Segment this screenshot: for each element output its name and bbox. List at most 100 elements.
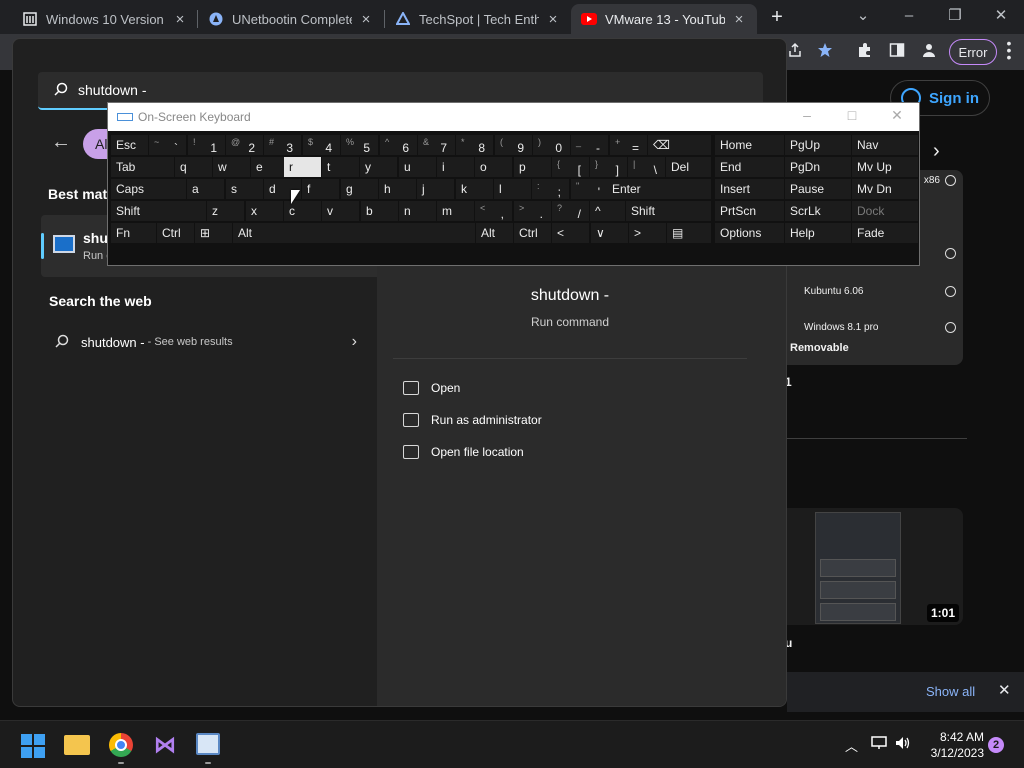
key-caps[interactable]: Caps [111,179,186,199]
key-t[interactable]: t [322,157,359,177]
key-help[interactable]: Help [785,223,851,243]
key-symbol[interactable]: ∨ [591,223,628,243]
key-2[interactable]: @2 [226,135,263,155]
key-symbol[interactable]: ? / [552,201,589,221]
key-0[interactable]: ) 0 [533,135,570,155]
side-panel-icon[interactable] [886,42,908,62]
key-l[interactable]: l [494,179,531,199]
tab-windows-10[interactable]: Windows 10 Version 2 × [12,4,198,34]
maximize-icon[interactable]: □ [837,107,867,123]
key-symbol[interactable]: < [552,223,589,243]
key-esc[interactable]: Esc [111,135,148,155]
restore-icon[interactable]: ❐ [932,4,978,28]
key-1[interactable]: ! 1 [188,135,225,155]
key-a[interactable]: a [187,179,224,199]
key-symbol[interactable]: > [629,223,666,243]
key-nav[interactable]: Nav [852,135,918,155]
key-symbol[interactable]: >. [514,201,551,221]
key-prtscn[interactable]: PrtScn [715,201,784,221]
tab-unetbootin[interactable]: UNetbootin Complete × [198,4,384,34]
key-symbol[interactable]: ⊞ [195,223,232,243]
key-3[interactable]: #3 [264,135,301,155]
key-z[interactable]: z [207,201,244,221]
key-space[interactable] [262,223,475,243]
key-g[interactable]: g [341,179,378,199]
key-o[interactable]: o [475,157,512,177]
tab-techspot[interactable]: TechSpot | Tech Enthus × [385,4,571,34]
key-symbol[interactable]: ^ [590,201,625,221]
key-r[interactable]: r [284,157,321,177]
tab-search-chevron-icon[interactable]: ⌄ [840,4,886,28]
error-button[interactable]: Error [949,39,997,65]
network-icon[interactable] [871,736,887,753]
close-icon[interactable]: ✕ [882,107,912,124]
key-n[interactable]: n [399,201,436,221]
close-icon[interactable]: ✕ [978,4,1024,28]
profile-icon[interactable] [918,42,940,62]
osk-titlebar[interactable]: On-Screen Keyboard – □ ✕ [108,103,919,131]
key-9[interactable]: (9 [495,135,532,155]
chevron-right-icon[interactable]: › [933,140,940,163]
key-symbol[interactable]: " ' [571,179,608,199]
key-tab[interactable]: Tab [111,157,174,177]
key-symbol[interactable]: {[ [552,157,589,177]
key-symbol[interactable]: :; [532,179,569,199]
key-f[interactable]: f [302,179,339,199]
windows-start-icon[interactable] [21,734,47,758]
key-4[interactable]: $4 [303,135,340,155]
key-w[interactable]: w [213,157,250,177]
key-symbol[interactable]: ~ ` [149,135,186,155]
key-e[interactable]: e [251,157,288,177]
open-action[interactable]: Open [403,377,460,399]
web-result-item[interactable]: shutdown - - See web results › [41,325,357,359]
key-x[interactable]: x [246,201,283,221]
file-explorer-icon[interactable] [64,735,90,755]
tab-close-icon[interactable]: × [358,11,374,28]
key-h[interactable]: h [379,179,416,199]
key-fn[interactable]: Fn [111,223,156,243]
key-home[interactable]: Home [715,135,784,155]
key-fade[interactable]: Fade [852,223,918,243]
key-k[interactable]: k [456,179,493,199]
key-alt[interactable]: Alt [476,223,513,243]
run-as-admin-action[interactable]: Run as administrator [403,409,542,431]
key-6[interactable]: ^ 6 [380,135,417,155]
key-symbol[interactable]: | \ [628,157,665,177]
key-scrlk[interactable]: ScrLk [785,201,851,221]
key-end[interactable]: End [715,157,784,177]
key-symbol[interactable]: ▤ [667,223,711,243]
tab-close-icon[interactable]: × [172,11,188,28]
minimize-icon[interactable]: – [886,4,932,28]
key-pgup[interactable]: PgUp [785,135,851,155]
on-screen-keyboard-app-icon[interactable] [196,733,220,755]
key-del[interactable]: Del [666,157,711,177]
new-tab-icon[interactable]: + [766,6,788,29]
open-file-location-action[interactable]: Open file location [403,441,524,463]
notification-badge[interactable]: 2 [988,737,1004,753]
key-p[interactable]: p [514,157,551,177]
key-b[interactable]: b [361,201,398,221]
key-c[interactable]: c [284,201,321,221]
minimize-icon[interactable]: – [792,107,822,123]
key-symbol[interactable]: ⌫ [648,135,711,155]
key-v[interactable]: v [322,201,359,221]
share-icon[interactable] [784,42,806,62]
tab-close-icon[interactable]: × [731,11,747,28]
bookmark-star-icon[interactable] [814,42,836,62]
key-8[interactable]: * 8 [456,135,493,155]
key-pause[interactable]: Pause [785,179,851,199]
volume-icon[interactable] [895,736,911,753]
key-ctrl[interactable]: Ctrl [514,223,551,243]
key-i[interactable]: i [437,157,474,177]
extensions-icon[interactable] [854,42,876,62]
key-symbol[interactable]: _ - [571,135,608,155]
tab-youtube[interactable]: VMware 13 - YouTube × [571,4,757,34]
chevron-up-icon[interactable]: ︿ [845,736,858,755]
key-s[interactable]: s [226,179,263,199]
key-q[interactable]: q [175,157,212,177]
key-j[interactable]: j [417,179,454,199]
browser-menu-icon[interactable]: • • • [1004,36,1014,64]
back-arrow-icon[interactable]: ← [51,131,71,154]
key-u[interactable]: u [399,157,436,177]
chrome-icon[interactable] [109,733,133,757]
